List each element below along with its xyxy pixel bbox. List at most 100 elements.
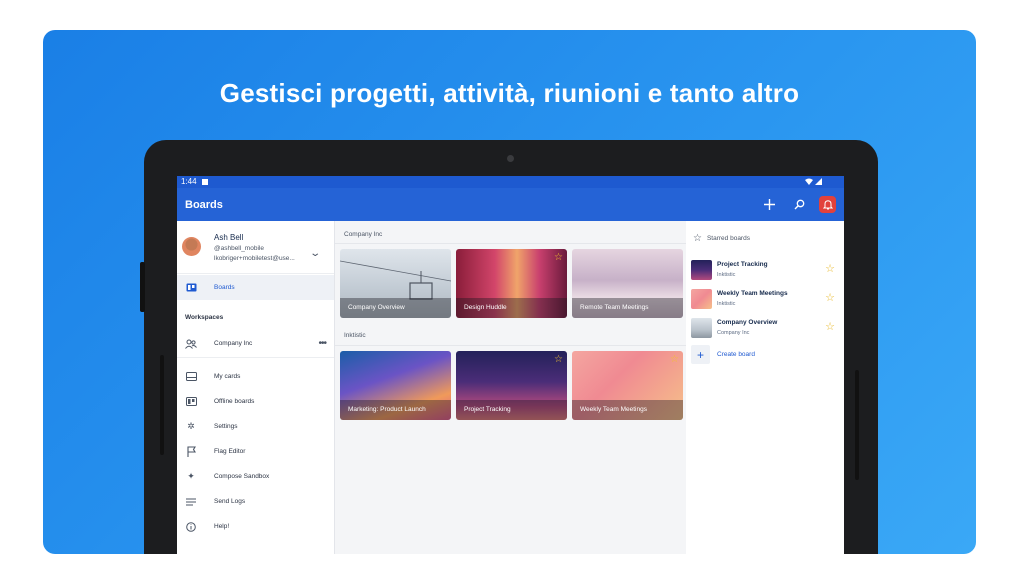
divider — [335, 243, 686, 244]
chevron-down-icon[interactable]: ⌄ — [309, 248, 321, 259]
board-title: Marketing: Product Launch — [340, 400, 451, 420]
starred-board-workspace: Inktistic — [717, 301, 736, 307]
starred-board-workspace: Inktistic — [717, 272, 736, 278]
profile-email: lkobriger+mobiletest@use... — [214, 255, 295, 262]
starred-board-item[interactable]: Company Overview Company Inc ☆ — [691, 316, 841, 340]
starred-board-title: Project Tracking — [717, 261, 768, 268]
divider — [335, 345, 686, 346]
section-heading: Inktistic — [344, 332, 366, 339]
create-board-button[interactable]: + Create board — [691, 345, 755, 364]
board-tile[interactable]: Remote Team Meetings — [572, 249, 683, 318]
app-bar: Boards — [177, 188, 844, 221]
starred-board-item[interactable]: Weekly Team Meetings Inktistic ☆ — [691, 287, 841, 311]
sidebar-item-my-cards[interactable]: My cards — [177, 364, 334, 389]
boards-grid: Company Inc Company Overview ☆ Design Hu… — [335, 221, 686, 554]
board-thumbnail — [691, 289, 712, 309]
star-icon[interactable]: ☆ — [554, 354, 563, 365]
starred-heading-label: Starred boards — [706, 235, 750, 242]
board-title: Weekly Team Meetings — [572, 400, 683, 420]
tablet-side-button — [855, 370, 859, 480]
board-title: Company Overview — [340, 298, 451, 318]
sidebar-item-help[interactable]: Help! — [177, 514, 334, 539]
workspaces-heading: Workspaces — [185, 314, 224, 321]
sidebar-item-settings[interactable]: ✲ Settings — [177, 414, 334, 439]
camera-dot — [507, 155, 514, 162]
flag-icon — [185, 446, 197, 458]
sidebar-item-label: Settings — [214, 423, 238, 430]
section-heading: Company Inc — [344, 231, 383, 238]
board-row: Marketing: Product Launch ☆ Project Trac… — [340, 351, 683, 420]
wifi-icon — [805, 178, 813, 185]
sidebar-item-offline-boards[interactable]: Offline boards — [177, 389, 334, 414]
offline-board-icon — [185, 396, 197, 408]
board-title: Project Tracking — [456, 400, 567, 420]
plus-icon: + — [691, 345, 710, 364]
sidebar-item-label: My cards — [214, 373, 241, 380]
starred-board-title: Weekly Team Meetings — [717, 290, 788, 297]
sidebar-item-label: Send Logs — [214, 498, 246, 505]
sidebar-item-label: Compose Sandbox — [214, 473, 270, 480]
plus-icon[interactable] — [759, 194, 779, 214]
star-icon[interactable]: ☆ — [825, 320, 835, 333]
sidebar-item-flag-editor[interactable]: Flag Editor — [177, 439, 334, 464]
info-icon — [185, 521, 197, 533]
board-thumbnail — [691, 318, 712, 338]
sidebar-item-boards[interactable]: Boards — [177, 275, 334, 300]
tablet-side-button — [160, 355, 164, 455]
app-bar-actions — [759, 194, 836, 214]
bell-icon[interactable] — [819, 195, 836, 213]
sidebar-item-label: Flag Editor — [214, 448, 246, 455]
board-title: Remote Team Meetings — [572, 298, 683, 318]
board-tile[interactable]: Company Overview — [340, 249, 451, 318]
create-board-label: Create board — [717, 351, 755, 358]
profile-name: Ash Bell — [214, 233, 244, 242]
sidebar: Ash Bell @ashbell_mobile lkobriger+mobil… — [177, 221, 335, 554]
notification-icon — [201, 179, 208, 185]
status-icons — [805, 178, 822, 185]
tablet-screen: 1:44 Boards Ash Bell @ashbell_mobile lko… — [177, 176, 844, 554]
star-icon[interactable]: ☆ — [554, 252, 563, 263]
board-tile[interactable]: ☆ Design Huddle — [456, 249, 567, 318]
people-icon — [185, 338, 197, 350]
star-icon[interactable]: ☆ — [825, 262, 835, 275]
sidebar-item-workspace[interactable]: Company Inc ••• — [177, 330, 334, 358]
sidebar-item-label: Company Inc — [214, 340, 253, 347]
page-title: Boards — [185, 198, 223, 211]
starred-boards-panel: ☆ Starred boards Project Tracking Inktis… — [686, 221, 844, 554]
board-thumbnail — [691, 260, 712, 280]
sidebar-item-label: Offline boards — [214, 398, 255, 405]
status-time: 1:44 — [181, 177, 197, 186]
star-icon[interactable]: ☆ — [670, 354, 679, 365]
tablet-side-button — [140, 262, 145, 312]
more-icon[interactable]: ••• — [318, 338, 326, 349]
sidebar-menu: My cards Offline boards ✲ Settings Flag … — [177, 364, 334, 539]
account-switcher[interactable]: Ash Bell @ashbell_mobile lkobriger+mobil… — [177, 221, 334, 274]
board-tile[interactable]: Marketing: Product Launch — [340, 351, 451, 420]
lines-icon — [185, 496, 197, 508]
sidebar-item-send-logs[interactable]: Send Logs — [177, 489, 334, 514]
starred-heading: ☆ Starred boards — [693, 233, 750, 244]
sidebar-item-label: Help! — [214, 523, 230, 530]
profile-handle: @ashbell_mobile — [214, 245, 264, 252]
signal-icon — [815, 178, 822, 185]
headline: Gestisci progetti, attività, riunioni e … — [219, 78, 800, 108]
star-outline-icon: ☆ — [693, 233, 702, 244]
starred-board-item[interactable]: Project Tracking Inktistic ☆ — [691, 258, 841, 282]
board-tile[interactable]: ☆ Weekly Team Meetings — [572, 351, 683, 420]
sidebar-item-compose-sandbox[interactable]: ✦ Compose Sandbox — [177, 464, 334, 489]
avatar — [182, 237, 201, 256]
card-icon — [185, 371, 197, 383]
status-bar: 1:44 — [177, 176, 844, 188]
promo-banner: Gestisci progetti, attività, riunioni e … — [43, 30, 976, 554]
starred-board-workspace: Company Inc — [717, 330, 750, 336]
gear-icon: ✲ — [187, 421, 195, 431]
boards-icon — [185, 282, 197, 294]
star-icon[interactable]: ☆ — [825, 291, 835, 304]
board-row: Company Overview ☆ Design Huddle Remote … — [340, 249, 683, 318]
sidebar-item-label: Boards — [214, 284, 235, 291]
board-title: Design Huddle — [456, 298, 567, 318]
starred-board-title: Company Overview — [717, 319, 778, 326]
board-tile[interactable]: ☆ Project Tracking — [456, 351, 567, 420]
search-icon[interactable] — [789, 194, 809, 214]
sparkle-icon: ✦ — [187, 471, 195, 481]
